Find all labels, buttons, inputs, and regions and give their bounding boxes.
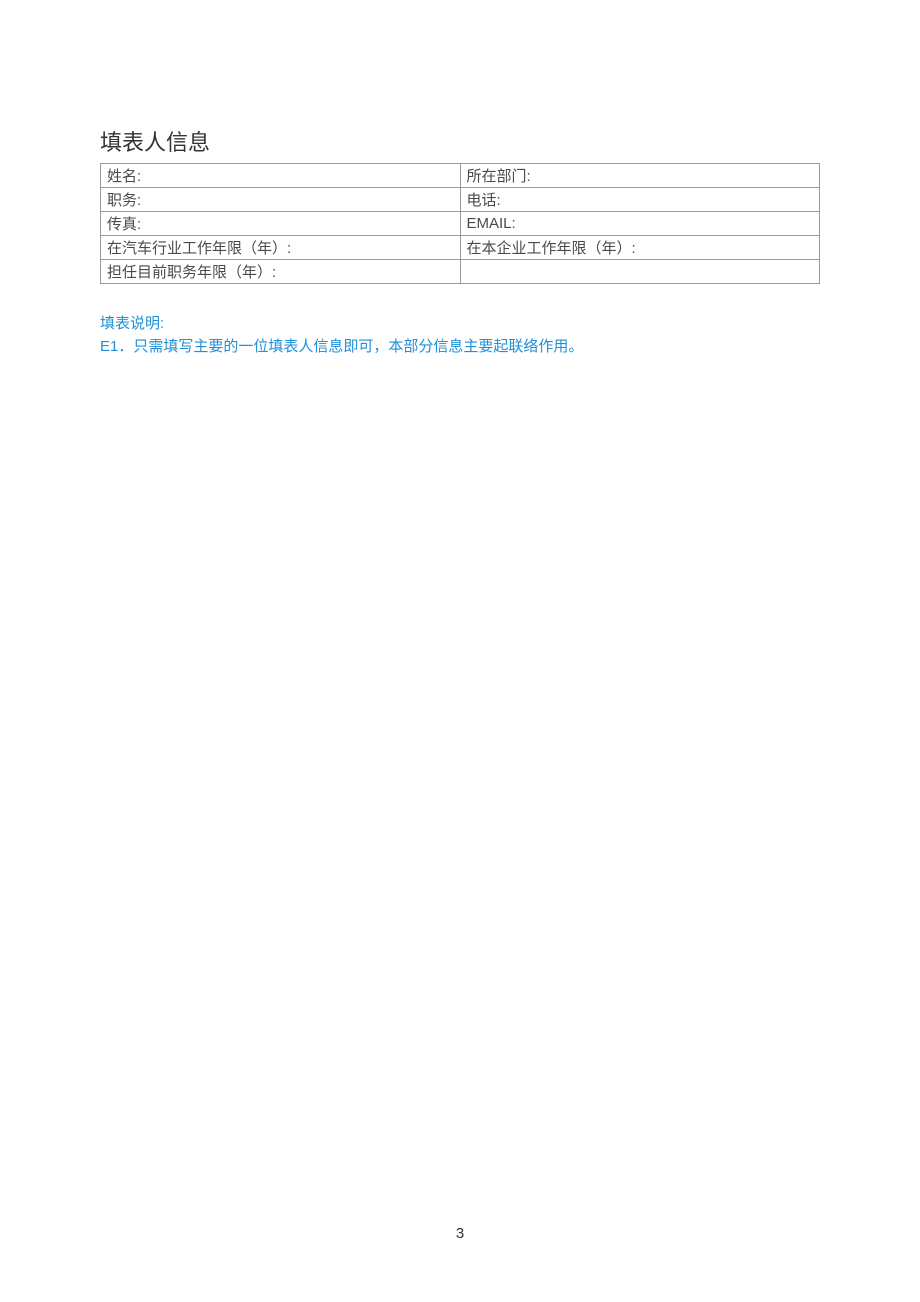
table-row: 担任目前职务年限（年）: (101, 260, 820, 284)
cell-industry-years-label: 在汽车行业工作年限（年）: (101, 236, 461, 260)
instructions-block: 填表说明: E1．只需填写主要的一位填表人信息即可，本部分信息主要起联络作用。 (100, 312, 820, 359)
instructions-line-1: E1．只需填写主要的一位填表人信息即可，本部分信息主要起联络作用。 (100, 335, 820, 358)
info-table: 姓名: 所在部门: 职务: 电话: 传真: EMAIL: 在汽车行业工作年限（年… (100, 163, 820, 284)
table-row: 职务: 电话: (101, 188, 820, 212)
instructions-header: 填表说明: (100, 312, 820, 335)
cell-phone-label: 电话: (460, 188, 820, 212)
cell-company-years-label: 在本企业工作年限（年）: (460, 236, 820, 260)
cell-email-label: EMAIL: (460, 212, 820, 236)
cell-position-label: 职务: (101, 188, 461, 212)
cell-empty (460, 260, 820, 284)
cell-fax-label: 传真: (101, 212, 461, 236)
table-row: 在汽车行业工作年限（年）: 在本企业工作年限（年）: (101, 236, 820, 260)
cell-department-label: 所在部门: (460, 164, 820, 188)
cell-position-years-label: 担任目前职务年限（年）: (101, 260, 461, 284)
section-title: 填表人信息 (100, 125, 820, 157)
cell-name-label: 姓名: (101, 164, 461, 188)
table-row: 传真: EMAIL: (101, 212, 820, 236)
page-number: 3 (0, 1225, 920, 1242)
table-row: 姓名: 所在部门: (101, 164, 820, 188)
